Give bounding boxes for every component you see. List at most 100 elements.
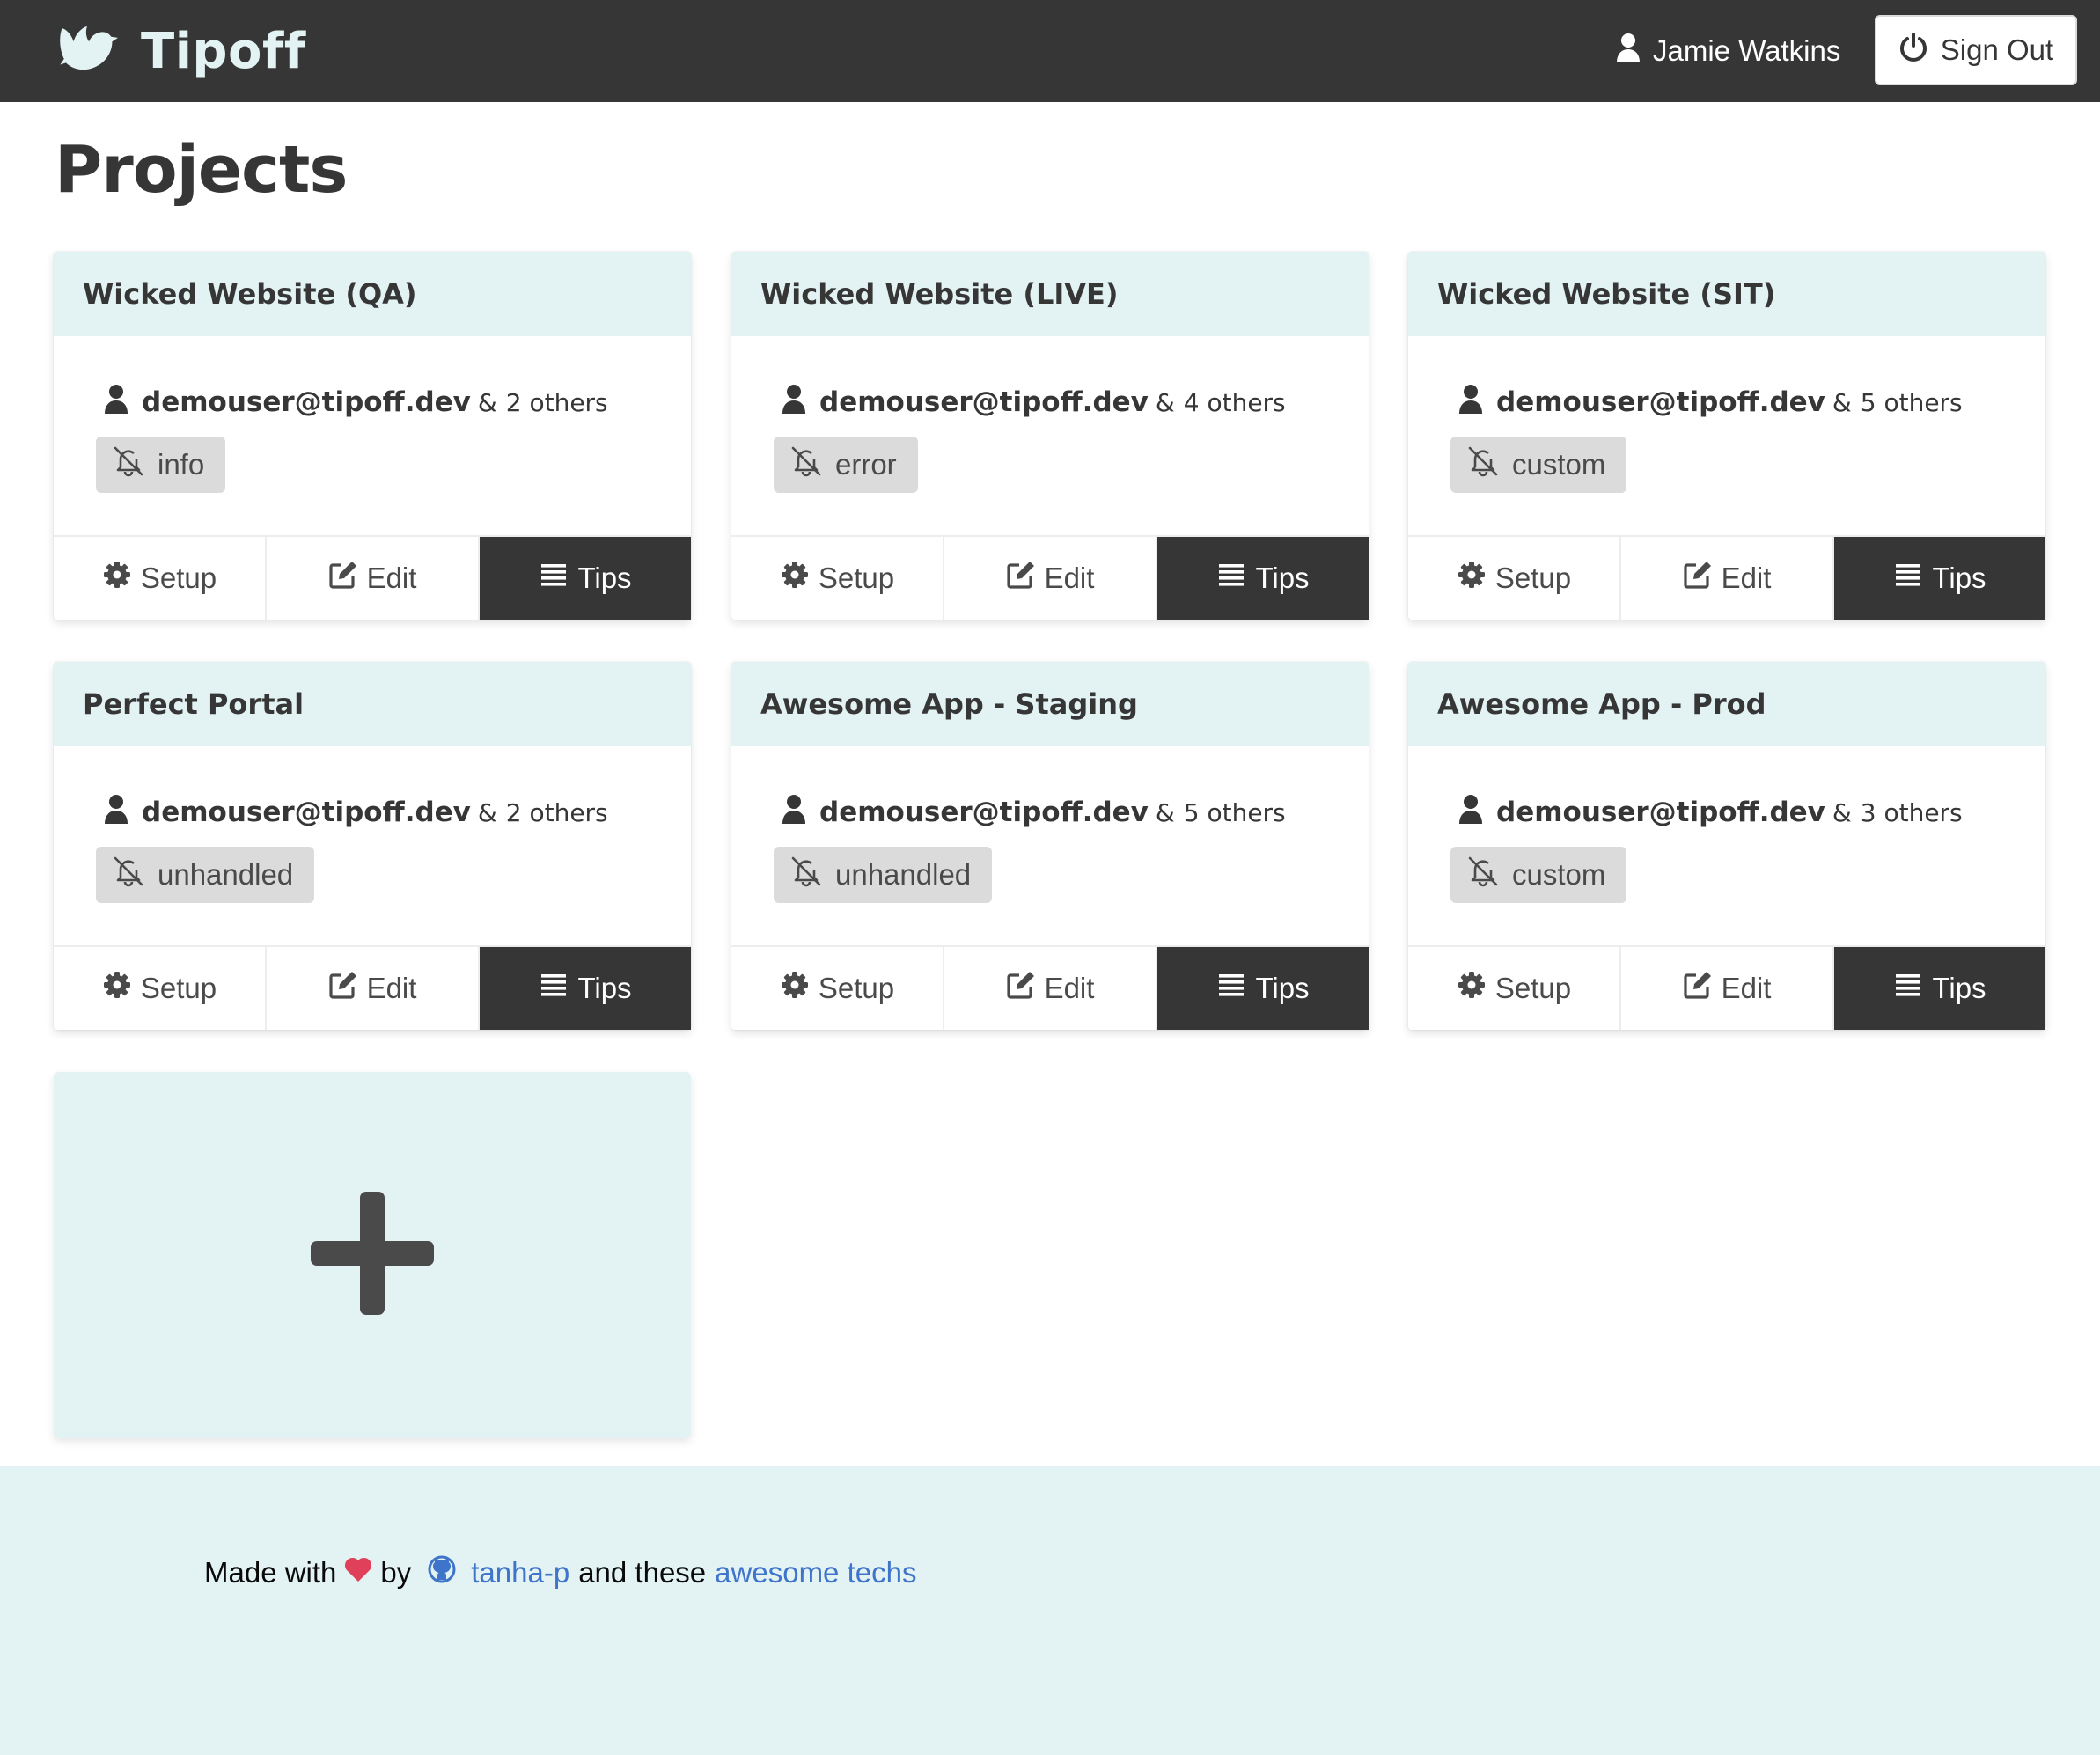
level-label: custom <box>1512 858 1606 891</box>
user-icon <box>1458 384 1496 421</box>
list-icon <box>1893 970 1932 1007</box>
edit-label: Edit <box>1721 562 1772 594</box>
level-tag: unhandled <box>774 847 993 903</box>
tips-button[interactable]: Tips <box>1834 947 2045 1030</box>
tips-button[interactable]: Tips <box>480 537 691 620</box>
brand-link[interactable]: Tipoff <box>56 12 306 90</box>
project-name: Perfect Portal <box>83 687 305 721</box>
tips-button[interactable]: Tips <box>480 947 691 1030</box>
setup-button[interactable]: Setup <box>54 947 267 1030</box>
plus-icon <box>311 1191 434 1319</box>
edit-button[interactable]: Edit <box>1621 947 1834 1030</box>
others-count: 5 others <box>1860 387 1963 417</box>
tips-button[interactable]: Tips <box>1834 537 2045 620</box>
by-text: by <box>380 1556 412 1589</box>
cog-icon <box>1457 970 1495 1007</box>
owner-ampersand: & <box>1832 797 1852 827</box>
project-card: Wicked Website (LIVE) demouser@tipoff.de… <box>731 252 1369 620</box>
owner-email: demouser@tipoff.dev <box>1496 797 1825 828</box>
cog-icon <box>780 970 819 1007</box>
list-icon <box>1216 970 1255 1007</box>
tips-button[interactable]: Tips <box>1157 947 1369 1030</box>
list-icon <box>539 560 577 597</box>
owner-ampersand: & <box>1155 797 1175 827</box>
edit-button[interactable]: Edit <box>1621 537 1834 620</box>
owner-email: demouser@tipoff.dev <box>142 797 471 828</box>
level-label: unhandled <box>835 858 972 891</box>
project-name: Wicked Website (SIT) <box>1437 277 1776 311</box>
project-title: Wicked Website (SIT) <box>1408 252 2045 336</box>
tips-button[interactable]: Tips <box>1157 537 1369 620</box>
cog-icon <box>1457 560 1495 597</box>
edit-button[interactable]: Edit <box>267 947 480 1030</box>
level-tag: custom <box>1450 437 1627 493</box>
dove-icon <box>56 18 118 84</box>
cog-icon <box>780 560 819 597</box>
setup-button[interactable]: Setup <box>1408 537 1621 620</box>
project-title: Wicked Website (QA) <box>54 252 691 336</box>
edit-label: Edit <box>1721 972 1772 1004</box>
sign-out-button[interactable]: Sign Out <box>1875 15 2077 85</box>
setup-button[interactable]: Setup <box>54 537 267 620</box>
edit-button[interactable]: Edit <box>267 537 480 620</box>
footer-credit: Made with by tanha-p and these awesome t… <box>204 1554 916 1591</box>
owner-email: demouser@tipoff.dev <box>142 386 471 418</box>
setup-label: Setup <box>140 972 217 1004</box>
edit-button[interactable]: Edit <box>944 947 1157 1030</box>
page-title: Projects <box>55 132 348 208</box>
user-icon <box>1616 33 1653 70</box>
cog-icon <box>102 560 141 597</box>
edit-label: Edit <box>1044 972 1095 1004</box>
project-owners: demouser@tipoff.dev & 2 others <box>103 794 608 831</box>
edit-icon <box>1683 560 1722 597</box>
project-title: Awesome App - Staging <box>731 662 1369 746</box>
user-icon <box>103 384 142 421</box>
techs-link[interactable]: awesome techs <box>715 1556 916 1590</box>
and-these-text: and these <box>578 1556 707 1589</box>
bell-slash-icon <box>112 444 158 485</box>
level-tag: custom <box>1450 847 1627 903</box>
github-icon[interactable] <box>411 1554 471 1591</box>
bell-slash-icon <box>1466 855 1512 895</box>
project-owners: demouser@tipoff.dev & 2 others <box>103 384 608 421</box>
brand-name: Tipoff <box>141 22 306 80</box>
project-card: Awesome App - Prod demouser@tipoff.dev &… <box>1408 662 2045 1030</box>
others-count: 4 others <box>1183 387 1286 417</box>
owner-email: demouser@tipoff.dev <box>819 386 1149 418</box>
owner-email: demouser@tipoff.dev <box>819 797 1149 828</box>
edit-button[interactable]: Edit <box>944 537 1157 620</box>
edit-icon <box>1006 970 1045 1007</box>
tips-label: Tips <box>577 562 632 594</box>
edit-icon <box>328 970 367 1007</box>
edit-label: Edit <box>1044 562 1095 594</box>
bell-slash-icon <box>1466 444 1512 485</box>
list-icon <box>539 970 577 1007</box>
others-count: 2 others <box>505 387 608 417</box>
setup-button[interactable]: Setup <box>1408 947 1621 1030</box>
project-card: Wicked Website (QA) demouser@tipoff.dev … <box>54 252 691 620</box>
user-icon <box>103 794 142 831</box>
user-menu[interactable]: Jamie Watkins <box>1616 26 1840 76</box>
user-icon <box>781 794 819 831</box>
owner-ampersand: & <box>1155 387 1175 417</box>
card-actions: Setup Edit Tips <box>1408 945 2045 1030</box>
edit-icon <box>1683 970 1722 1007</box>
others-count: 2 others <box>505 797 608 827</box>
setup-button[interactable]: Setup <box>731 947 944 1030</box>
add-project-button[interactable] <box>54 1072 691 1438</box>
setup-button[interactable]: Setup <box>731 537 944 620</box>
setup-label: Setup <box>818 972 895 1004</box>
owner-ampersand: & <box>477 797 497 827</box>
author-link[interactable]: tanha-p <box>471 1556 569 1590</box>
project-owners: demouser@tipoff.dev & 5 others <box>781 794 1286 831</box>
level-tag: error <box>774 437 918 493</box>
edit-icon <box>1006 560 1045 597</box>
card-actions: Setup Edit Tips <box>54 945 691 1030</box>
owner-ampersand: & <box>477 387 497 417</box>
project-name: Awesome App - Staging <box>760 687 1138 721</box>
footer: Made with by tanha-p and these awesome t… <box>0 1466 2100 1755</box>
bell-slash-icon <box>789 855 835 895</box>
card-actions: Setup Edit Tips <box>731 945 1369 1030</box>
bell-slash-icon <box>112 855 158 895</box>
project-title: Wicked Website (LIVE) <box>731 252 1369 336</box>
